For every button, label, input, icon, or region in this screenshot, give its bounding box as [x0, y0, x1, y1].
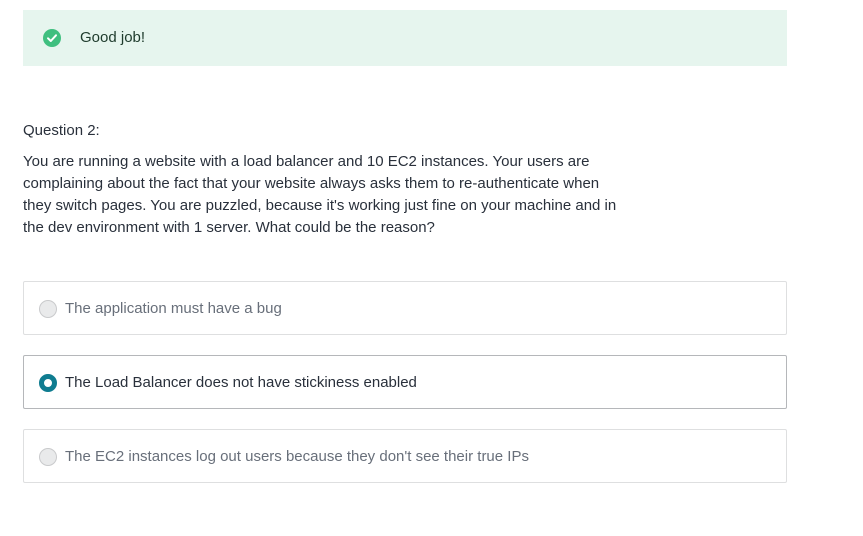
- answer-label: The application must have a bug: [65, 300, 282, 317]
- question-number: Question 2:: [23, 122, 100, 139]
- radio-button[interactable]: [39, 300, 57, 318]
- check-circle-icon: [43, 29, 61, 47]
- answer-option-3[interactable]: The EC2 instances log out users because …: [23, 429, 787, 483]
- answer-label: The Load Balancer does not have stickine…: [65, 374, 417, 391]
- answer-option-1[interactable]: The application must have a bug: [23, 281, 787, 335]
- radio-button-selected[interactable]: [39, 374, 57, 392]
- feedback-banner: Good job!: [23, 10, 787, 66]
- feedback-message: Good job!: [80, 29, 146, 46]
- radio-button[interactable]: [39, 448, 57, 466]
- question-prompt: You are running a website with a load ba…: [23, 153, 617, 236]
- answer-option-2[interactable]: The Load Balancer does not have stickine…: [23, 355, 787, 409]
- answer-label: The EC2 instances log out users because …: [65, 448, 529, 465]
